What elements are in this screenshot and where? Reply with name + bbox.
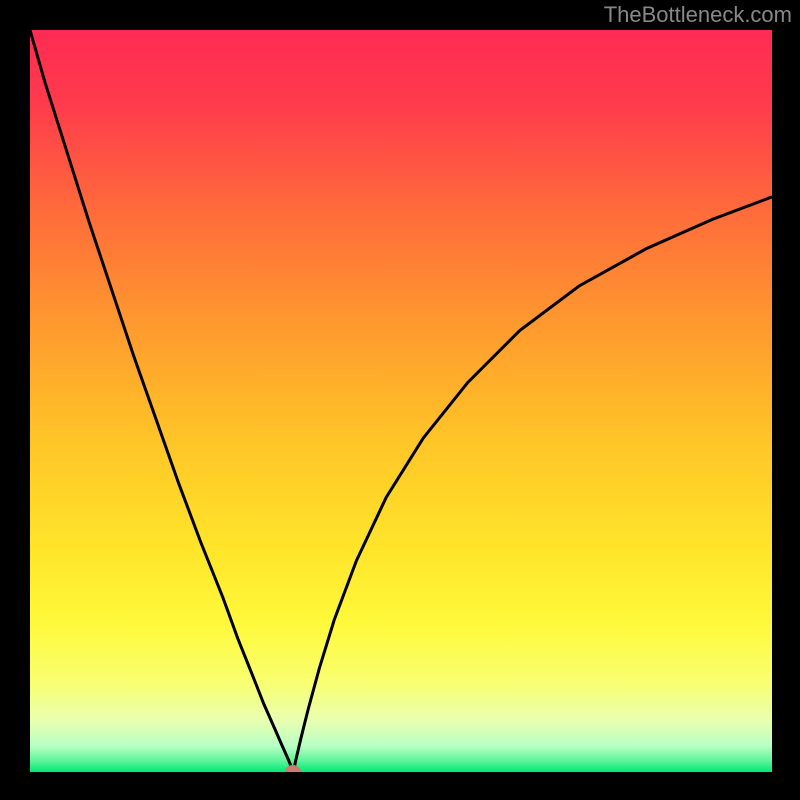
curve-left-branch xyxy=(30,30,293,772)
chart-container: TheBottleneck.com xyxy=(0,0,800,800)
plot-area xyxy=(30,30,772,772)
minimum-point-marker xyxy=(285,765,301,772)
curve-right-branch xyxy=(293,197,772,772)
watermark-text: TheBottleneck.com xyxy=(604,2,792,28)
bottleneck-curve xyxy=(30,30,772,772)
